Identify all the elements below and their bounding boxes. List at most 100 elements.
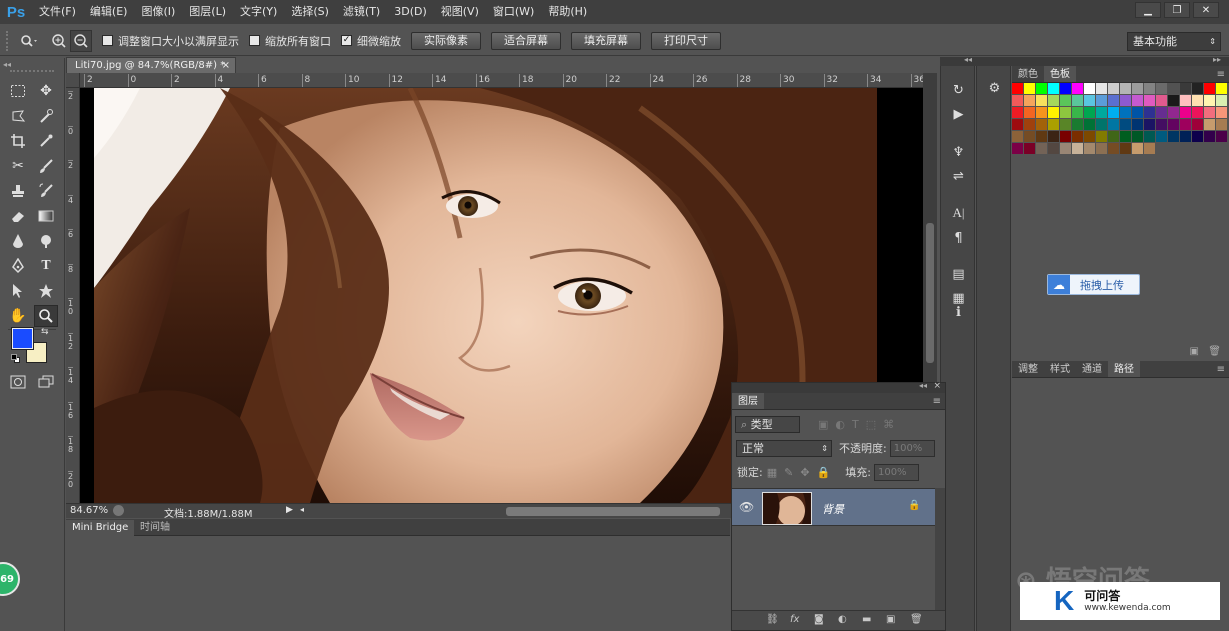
panel-menu-icon[interactable]: ≡ bbox=[1217, 361, 1229, 377]
color-swatch[interactable] bbox=[1012, 95, 1023, 106]
color-swatch[interactable] bbox=[1060, 143, 1071, 154]
color-swatch[interactable] bbox=[1036, 131, 1047, 142]
shape-tool-icon[interactable] bbox=[34, 280, 58, 302]
actions-icon[interactable]: ▶ bbox=[941, 104, 976, 124]
zoom-out-icon[interactable] bbox=[70, 29, 92, 52]
color-swatch[interactable] bbox=[1096, 119, 1107, 130]
close-panel-icon[interactable]: × bbox=[933, 381, 941, 391]
delete-layer-icon[interactable]: 🗑 bbox=[910, 614, 923, 625]
color-swatch[interactable] bbox=[1084, 83, 1095, 94]
hand-tool-icon[interactable]: ✋ bbox=[6, 305, 30, 327]
color-swatch[interactable] bbox=[1144, 107, 1155, 118]
properties-icon[interactable]: ⚙ bbox=[977, 78, 1012, 98]
color-swatch[interactable] bbox=[1192, 107, 1203, 118]
layer-comps-icon[interactable]: ▤ bbox=[941, 264, 976, 284]
info-icon[interactable]: ℹ bbox=[941, 302, 976, 322]
color-swatch[interactable] bbox=[1024, 83, 1035, 94]
quick-mask-icon[interactable] bbox=[6, 371, 30, 393]
actual-pixels-button[interactable]: 实际像素 bbox=[411, 31, 481, 50]
adjustment-layer-icon[interactable]: ◐ bbox=[838, 614, 847, 625]
dodge-tool-icon[interactable] bbox=[34, 230, 58, 252]
menu-select[interactable]: 选择(S) bbox=[284, 0, 336, 24]
layer-filter-select[interactable]: ⌕ 类型 bbox=[735, 415, 800, 433]
color-swatch[interactable] bbox=[1072, 131, 1083, 142]
color-swatch[interactable] bbox=[1072, 143, 1083, 154]
history-brush-tool-icon[interactable] bbox=[34, 180, 58, 202]
horizontal-scroll-thumb[interactable] bbox=[506, 507, 720, 516]
blur-tool-icon[interactable] bbox=[6, 230, 30, 252]
color-swatch[interactable] bbox=[1048, 131, 1059, 142]
color-swatch[interactable] bbox=[1156, 119, 1167, 130]
marquee-tool-icon[interactable] bbox=[6, 80, 30, 102]
color-swatch[interactable] bbox=[1048, 83, 1059, 94]
color-swatch[interactable] bbox=[1012, 107, 1023, 118]
menu-filter[interactable]: 滤镜(T) bbox=[336, 0, 387, 24]
color-swatch[interactable] bbox=[1024, 143, 1035, 154]
color-swatch[interactable] bbox=[1012, 143, 1023, 154]
color-swatch[interactable] bbox=[1060, 107, 1071, 118]
add-mask-icon[interactable]: ◙ bbox=[814, 614, 824, 625]
color-swatch[interactable] bbox=[1012, 131, 1023, 142]
color-swatch[interactable] bbox=[1132, 131, 1143, 142]
color-swatch[interactable] bbox=[1216, 107, 1227, 118]
tab-timeline[interactable]: 时间轴 bbox=[134, 520, 176, 536]
color-swatch[interactable] bbox=[1180, 95, 1191, 106]
tab-adjustments[interactable]: 调整 bbox=[1012, 361, 1044, 377]
color-swatch[interactable] bbox=[1084, 119, 1095, 130]
new-layer-icon[interactable]: ▣ bbox=[886, 614, 895, 625]
color-swatch[interactable] bbox=[1036, 119, 1047, 130]
print-size-button[interactable]: 打印尺寸 bbox=[651, 31, 721, 50]
color-swatch[interactable] bbox=[1216, 95, 1227, 106]
color-swatch[interactable] bbox=[1180, 119, 1191, 130]
color-swatch[interactable] bbox=[1012, 119, 1023, 130]
color-swatch[interactable] bbox=[1120, 83, 1131, 94]
menu-image[interactable]: 图像(I) bbox=[134, 0, 182, 24]
tool-presets-icon[interactable]: ⇌ bbox=[941, 166, 976, 186]
color-swatch[interactable] bbox=[1168, 95, 1179, 106]
healing-brush-tool-icon[interactable]: ✂ bbox=[6, 155, 30, 177]
layer-name[interactable]: 背景 bbox=[822, 501, 844, 517]
color-swatch[interactable] bbox=[1072, 107, 1083, 118]
color-swatch[interactable] bbox=[1096, 83, 1107, 94]
path-select-tool-icon[interactable] bbox=[6, 280, 30, 302]
color-swatch[interactable] bbox=[1204, 107, 1215, 118]
brush-presets-icon[interactable]: ♆ bbox=[941, 142, 976, 162]
foreground-color-swatch[interactable] bbox=[11, 327, 34, 350]
color-swatch[interactable] bbox=[1192, 131, 1203, 142]
type-tool-icon[interactable]: T bbox=[34, 255, 58, 277]
eye-visibility-icon[interactable]: 👁 bbox=[739, 500, 754, 514]
color-swatch[interactable] bbox=[1084, 95, 1095, 106]
fx-icon[interactable]: fx bbox=[790, 614, 799, 625]
color-swatch[interactable] bbox=[1144, 143, 1155, 154]
zoom-all-checkbox[interactable]: 缩放所有窗口 bbox=[249, 33, 331, 49]
vertical-scroll-thumb[interactable] bbox=[926, 223, 934, 363]
quick-select-tool-icon[interactable] bbox=[34, 105, 58, 127]
lock-icon[interactable]: 🔒 bbox=[908, 500, 920, 511]
crop-tool-icon[interactable] bbox=[6, 130, 30, 152]
color-swatch[interactable] bbox=[1096, 131, 1107, 142]
color-swatch[interactable] bbox=[1180, 107, 1191, 118]
color-swatch[interactable] bbox=[1096, 107, 1107, 118]
restore-button[interactable]: ❐ bbox=[1164, 2, 1190, 18]
color-swatch[interactable] bbox=[1048, 95, 1059, 106]
color-swatch[interactable] bbox=[1072, 95, 1083, 106]
color-swatch[interactable] bbox=[1012, 83, 1023, 94]
checkbox-box[interactable] bbox=[249, 35, 260, 46]
scroll-left-icon[interactable]: ◂ bbox=[300, 505, 304, 514]
color-swatch[interactable] bbox=[1132, 83, 1143, 94]
minimize-button[interactable]: ▁ bbox=[1135, 2, 1161, 18]
layers-scrollbar[interactable] bbox=[935, 488, 945, 612]
tab-color[interactable]: 颜色 bbox=[1012, 66, 1044, 82]
color-swatch[interactable] bbox=[1204, 95, 1215, 106]
color-swatch[interactable] bbox=[1108, 83, 1119, 94]
color-swatch[interactable] bbox=[1120, 95, 1131, 106]
color-swatch[interactable] bbox=[1204, 119, 1215, 130]
collapse-icon[interactable]: ◂◂ bbox=[964, 55, 972, 64]
color-swatch[interactable] bbox=[1060, 95, 1071, 106]
upload-button[interactable]: ☁ 拖拽上传 bbox=[1047, 274, 1140, 295]
color-swatch[interactable] bbox=[1036, 143, 1047, 154]
color-swatch[interactable] bbox=[1132, 143, 1143, 154]
checkbox-box[interactable] bbox=[102, 35, 113, 46]
color-swatch[interactable] bbox=[1036, 83, 1047, 94]
color-swatch[interactable] bbox=[1060, 131, 1071, 142]
